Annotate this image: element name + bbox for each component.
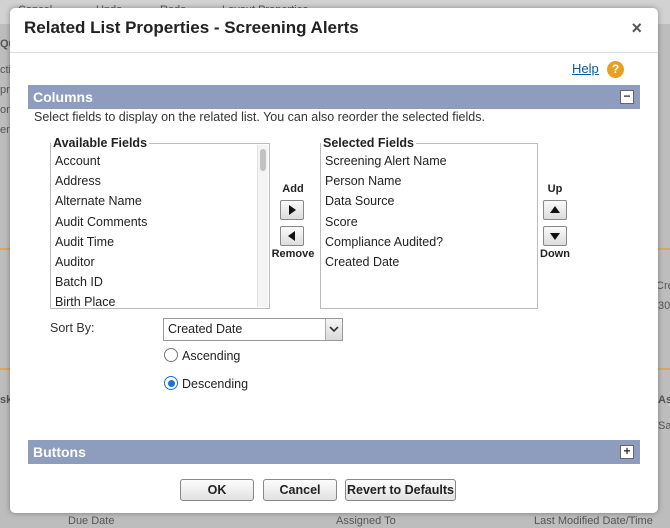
arrow-down-icon — [550, 233, 560, 240]
remove-label: Remove — [271, 248, 315, 260]
available-field-item[interactable]: Alternate Name — [55, 194, 142, 208]
ascending-label[interactable]: Ascending — [182, 349, 240, 363]
down-label: Down — [540, 248, 570, 260]
revert-to-defaults-button[interactable]: Revert to Defaults — [345, 479, 456, 501]
bg-column-last-modified: Last Modified Date/Time — [534, 515, 653, 527]
buttons-section-header[interactable]: Buttons + — [28, 440, 640, 464]
columns-section-header[interactable]: Columns − — [28, 85, 640, 109]
selected-field-item[interactable]: Score — [325, 215, 358, 229]
help-link[interactable]: Help — [572, 61, 599, 76]
available-fields-list[interactable]: Account Address Alternate Name Audit Com… — [50, 143, 270, 309]
move-down-button[interactable] — [543, 226, 567, 246]
selected-field-item[interactable]: Person Name — [325, 174, 401, 188]
available-field-item[interactable]: Audit Comments — [55, 215, 147, 229]
bg-fragment: Crea — [656, 280, 670, 292]
move-up-button[interactable] — [543, 200, 567, 220]
available-field-item[interactable]: Address — [55, 174, 101, 188]
selected-field-item[interactable]: Data Source — [325, 194, 394, 208]
up-label: Up — [547, 183, 563, 195]
expand-icon[interactable]: + — [620, 445, 634, 459]
selected-fields-title: Selected Fields — [321, 136, 417, 150]
bg-column-due-date: Due Date — [68, 515, 115, 527]
available-fields-scrollbar[interactable] — [257, 145, 268, 307]
buttons-section-title: Buttons — [33, 444, 86, 460]
selected-fields-list[interactable]: Screening Alert Name Person Name Data So… — [320, 143, 538, 309]
selected-field-item[interactable]: Created Date — [325, 255, 399, 269]
dialog-title: Related List Properties - Screening Aler… — [24, 18, 359, 37]
ok-button[interactable]: OK — [180, 479, 254, 501]
available-field-item[interactable]: Auditor — [55, 255, 95, 269]
help-icon[interactable]: ? — [607, 61, 624, 78]
bg-column-assigned-to: Assigned To — [336, 515, 396, 527]
bg-divider — [0, 248, 10, 250]
selected-field-item[interactable]: Compliance Audited? — [325, 235, 443, 249]
descending-label[interactable]: Descending — [182, 377, 248, 391]
chevron-down-icon[interactable] — [325, 319, 342, 340]
scroll-thumb[interactable] — [260, 149, 266, 171]
arrow-up-icon — [550, 206, 560, 213]
title-divider — [10, 52, 658, 53]
sort-by-value: Created Date — [168, 322, 243, 336]
chevron-down-glyph — [329, 326, 339, 333]
bg-fragment: Sa — [658, 420, 670, 432]
bg-fragment: As — [658, 394, 670, 406]
descending-radio[interactable] — [164, 376, 178, 390]
available-fields-title: Available Fields — [51, 136, 150, 150]
available-field-item[interactable]: Audit Time — [55, 235, 114, 249]
bg-divider — [0, 368, 10, 370]
remove-button[interactable] — [280, 226, 304, 246]
close-icon[interactable]: × — [631, 18, 642, 39]
add-button[interactable] — [280, 200, 304, 220]
sort-by-select[interactable]: Created Date — [163, 318, 343, 341]
arrow-right-icon — [289, 205, 296, 215]
selected-field-item[interactable]: Screening Alert Name — [325, 154, 447, 168]
ascending-radio[interactable] — [164, 348, 178, 362]
bg-divider — [658, 248, 670, 250]
collapse-icon[interactable]: − — [620, 90, 634, 104]
columns-instructions: Select fields to display on the related … — [34, 110, 485, 124]
bg-divider — [658, 368, 670, 370]
add-label: Add — [282, 183, 304, 195]
sort-by-label: Sort By: — [50, 321, 95, 335]
available-field-item[interactable]: Birth Place — [55, 295, 115, 308]
cancel-button[interactable]: Cancel — [263, 479, 337, 501]
arrow-left-icon — [288, 231, 295, 241]
available-field-item[interactable]: Batch ID — [55, 275, 103, 289]
available-field-item[interactable]: Account — [55, 154, 100, 168]
related-list-properties-dialog: Related List Properties - Screening Aler… — [10, 8, 658, 513]
columns-section-title: Columns — [33, 89, 93, 105]
bg-fragment: 30 — [658, 300, 670, 312]
